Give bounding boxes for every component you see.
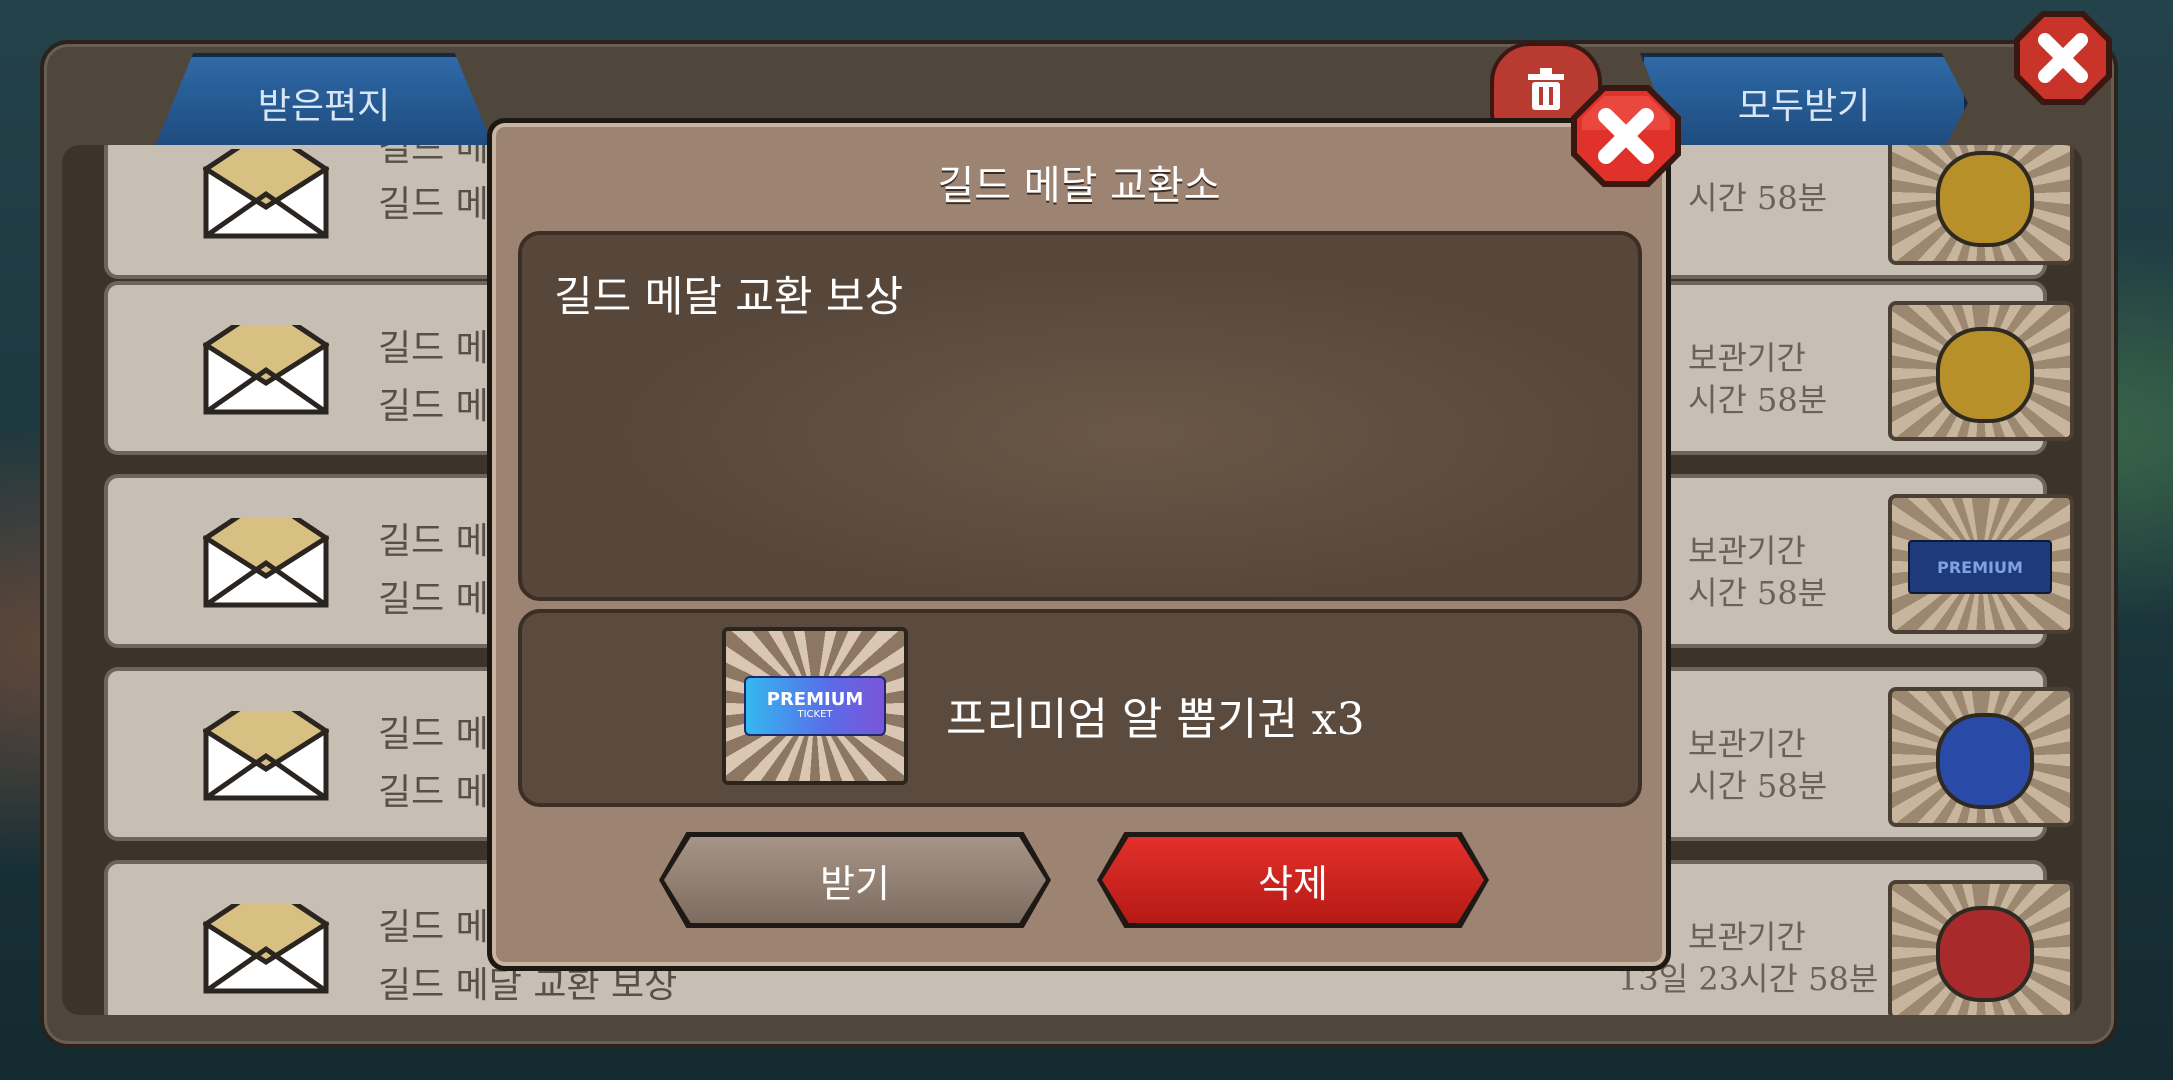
tab-inbox[interactable]: 받은편지 [152,53,496,153]
envelope-icon [203,711,329,801]
blue-medal-icon [1936,713,2034,809]
mail-reward-thumb [1888,880,2074,1015]
mail-expiry: 시간 58분 [1688,574,1828,612]
mail-expiry-label: 보관기간 [1688,339,1806,377]
receive-all-button[interactable]: 모두받기 [1640,53,1968,153]
tab-inbox-label: 받은편지 [257,86,391,127]
gold-medal-icon [1936,151,2034,247]
close-dialog-icon[interactable] [1570,84,1682,188]
envelope-icon [203,904,329,994]
reward-item-icon: PREMIUM TICKET [722,627,908,785]
mail-reward-thumb [1888,687,2074,827]
premium-ticket-icon: PREMIUM [1908,540,2052,594]
mail-expiry: 시간 58분 [1688,767,1828,805]
envelope-icon [203,325,329,415]
premium-ticket-icon: PREMIUM TICKET [744,676,886,736]
envelope-icon [203,149,329,239]
ticket-subtext: TICKET [797,709,833,720]
gold-medal-icon [1936,327,2034,423]
envelope-icon [203,518,329,608]
dialog-title: 길드 메달 교환소 [937,163,1221,209]
message-text: 길드 메달 교환 보상 [554,272,904,321]
close-window-icon[interactable] [2013,10,2113,106]
trash-icon [1528,68,1564,110]
mail-expiry-label: 보관기간 [1688,918,1806,956]
mail-reward-thumb: PREMIUM [1888,494,2074,634]
red-medal-icon [1936,906,2034,1002]
mail-reward-thumb [1888,301,2074,441]
delete-button[interactable]: 삭제 [1102,837,1484,923]
mail-expiry-label: 보관기간 [1688,725,1806,763]
receive-button-label: 받기 [820,861,890,906]
message-box: 길드 메달 교환 보상 [518,231,1642,601]
reward-box: PREMIUM TICKET 프리미엄 알 뽑기권 x3 [518,609,1642,807]
reward-label: 프리미엄 알 뽑기권 x3 [946,694,1365,745]
ticket-text: PREMIUM [766,689,864,710]
mail-expiry-label: 보관기간 [1688,532,1806,570]
delete-button-label: 삭제 [1258,861,1328,906]
receive-button[interactable]: 받기 [664,837,1046,923]
mail-expiry: 시간 58분 [1688,381,1828,419]
receive-all-label: 모두받기 [1737,86,1871,127]
mail-expiry: 시간 58분 [1688,179,1828,217]
mail-reward-thumb [1888,145,2074,265]
reward-dialog: 길드 메달 교환소 길드 메달 교환 보상 PREMIUM TICKET 프리미… [487,118,1671,971]
